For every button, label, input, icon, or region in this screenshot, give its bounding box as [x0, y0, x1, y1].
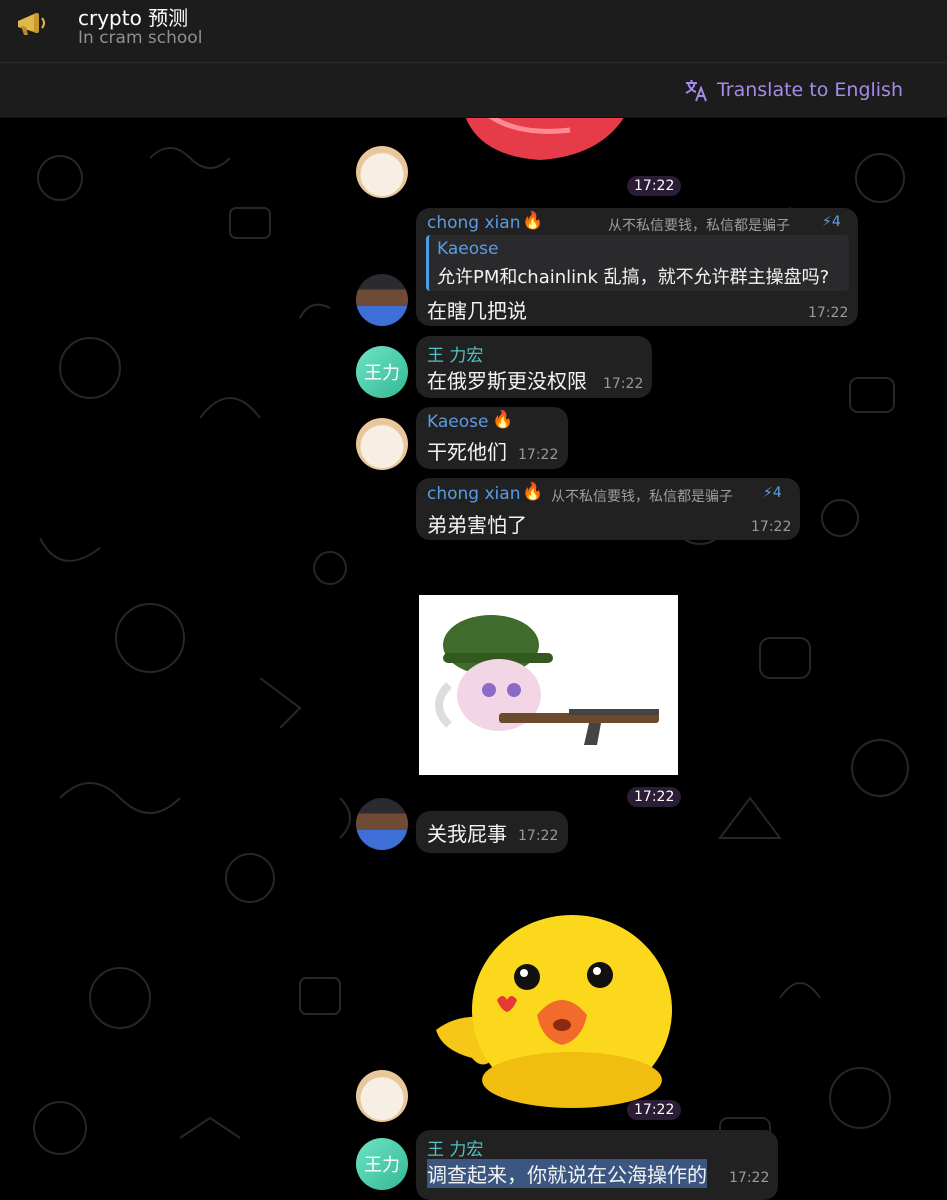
message-text-selected[interactable]: 调查起来，你就说在公海操作的 — [427, 1159, 707, 1188]
megaphone-icon — [18, 13, 45, 35]
message-text: 关我屁事 — [427, 822, 507, 846]
avatar[interactable]: 王力 — [356, 1138, 408, 1190]
translate-bar: Translate to English — [0, 63, 947, 118]
translate-label: Translate to English — [716, 79, 903, 101]
message-text: 弟弟害怕了 — [427, 513, 527, 537]
photo-message[interactable] — [419, 595, 678, 775]
sender-name[interactable]: 王 力宏 — [427, 1135, 483, 1160]
flame-emoji: 🔥 — [522, 482, 544, 502]
fire-cat-emoji: 🔥 — [492, 410, 514, 430]
avatar[interactable] — [356, 1070, 408, 1122]
translate-button[interactable]: Translate to English — [683, 77, 903, 103]
sender-name[interactable]: chong xian — [427, 213, 520, 233]
heart-sticker[interactable] — [460, 118, 630, 166]
avatar[interactable] — [356, 418, 408, 470]
message-time: 17:22 — [627, 1100, 682, 1120]
avatar-initials: 王力 — [364, 363, 400, 384]
message-time: 17:22 — [518, 447, 559, 463]
reply-sender: Kaeose — [437, 239, 499, 259]
chat-header: crypto 预测 In cram school — [0, 0, 947, 63]
sender-name[interactable]: Kaeose — [427, 412, 488, 432]
avatar[interactable] — [356, 146, 408, 198]
boost-count: 4 — [772, 485, 782, 501]
avatar[interactable]: 王力 — [356, 346, 408, 398]
boost-badge: ⚡4 — [763, 485, 782, 501]
avatar-initials: 王力 — [364, 1155, 400, 1176]
chat-title[interactable]: crypto 预测 — [78, 2, 188, 31]
message-time: 17:22 — [627, 176, 682, 196]
boost-badge: ⚡4 — [822, 214, 841, 230]
message-time: 17:22 — [603, 376, 644, 392]
duck-sticker[interactable] — [432, 900, 678, 1110]
message-time: 17:22 — [751, 519, 792, 535]
message-time: 17:22 — [808, 305, 849, 321]
sender-name[interactable]: chong xian — [427, 484, 520, 504]
message-time: 17:22 — [518, 828, 559, 844]
translate-icon — [685, 80, 707, 102]
soldier-sticker-image — [435, 615, 659, 745]
message-text: 在瞎几把说 — [427, 299, 527, 323]
reply-text: 允许PM和chainlink 乱搞，就不允许群主操盘吗? — [437, 267, 830, 288]
member-tag: 从不私信要钱，私信都是骗子 — [551, 489, 733, 505]
member-tag: 从不私信要钱，私信都是骗子 — [608, 218, 790, 234]
message-text: 在俄罗斯更没权限 — [427, 369, 587, 393]
sender-name[interactable]: 王 力宏 — [427, 341, 483, 366]
boost-count: 4 — [831, 214, 841, 230]
chat-subtitle: In cram school — [78, 28, 203, 48]
message-list[interactable]: 17:22 chong xian 🔥 从不私信要钱，私信都是骗子 ⚡4 Kaeo… — [0, 118, 947, 1200]
message-text: 干死他们 — [427, 440, 507, 464]
message-time: 17:22 — [729, 1170, 770, 1186]
avatar[interactable] — [356, 798, 408, 850]
avatar[interactable] — [356, 274, 408, 326]
flame-emoji: 🔥 — [522, 211, 544, 231]
message-time: 17:22 — [627, 787, 682, 807]
